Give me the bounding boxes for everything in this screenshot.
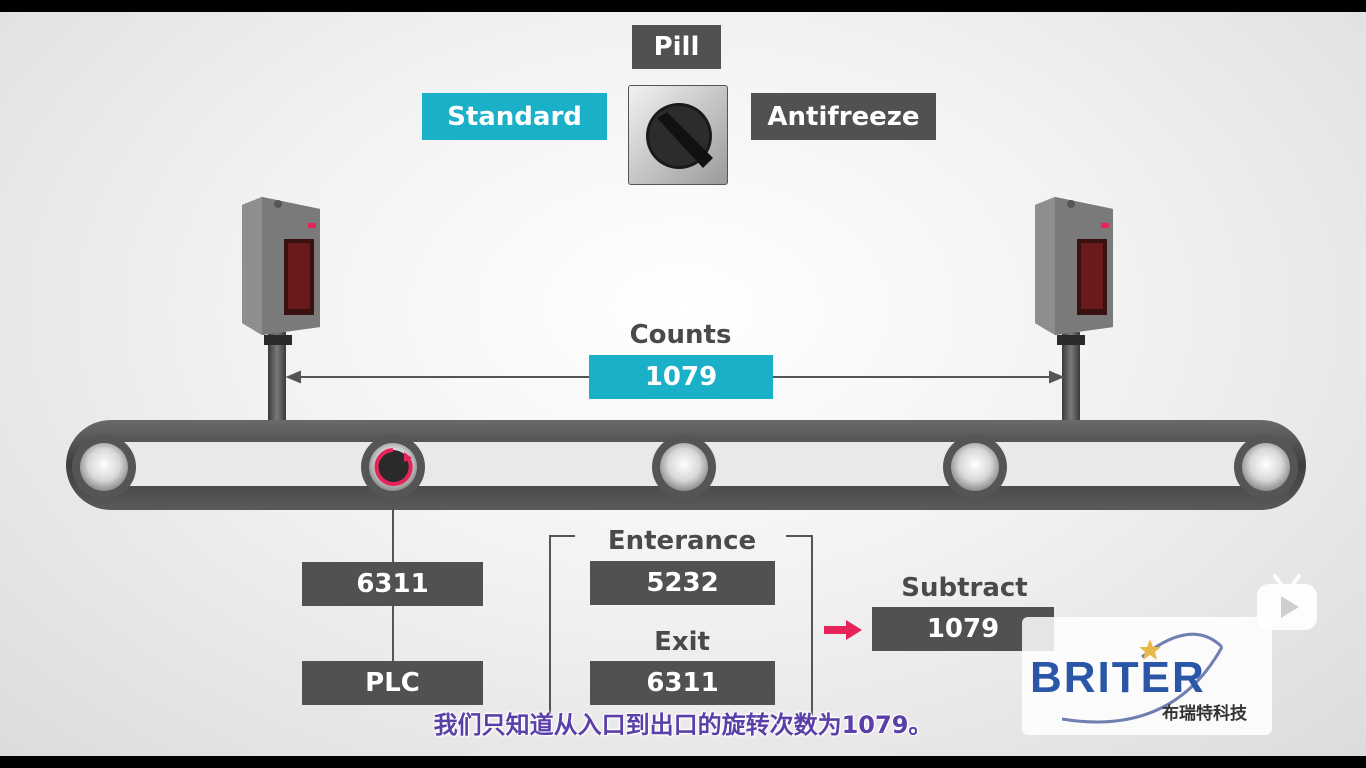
plc-box: PLC — [302, 661, 483, 705]
roller — [652, 435, 716, 499]
option-antifreeze: Antifreeze — [751, 93, 936, 140]
left-sensor-pole — [268, 332, 286, 424]
roller-tracked — [361, 435, 425, 499]
option-standard: Standard — [422, 93, 607, 140]
selector-title: Pill — [632, 25, 721, 69]
subtract-caption: Subtract — [901, 573, 1028, 603]
right-sensor-pole — [1062, 332, 1080, 424]
entrance-caption: Enterance — [607, 526, 757, 556]
right-photo-sensor — [1031, 195, 1113, 345]
left-photo-sensor — [238, 195, 320, 345]
subtract-arrow-icon — [824, 620, 862, 640]
counts-caption: Counts — [629, 320, 732, 350]
video-frame: Pill Standard Antifreeze Counts 1079 631… — [0, 12, 1366, 756]
video-subtitle: 我们只知道从入口到出口的旋转次数为1079。 — [433, 711, 933, 739]
exit-value: 6311 — [590, 661, 775, 705]
roller-rotation-count: 6311 — [302, 562, 483, 606]
play-button[interactable] — [1255, 574, 1319, 632]
roller — [1234, 435, 1298, 499]
roller — [943, 435, 1007, 499]
brand-logo: BRITER — [1030, 653, 1206, 702]
counts-value: 1079 — [589, 355, 773, 399]
exit-caption: Exit — [654, 627, 710, 657]
selector-switch — [628, 85, 728, 185]
entrance-value: 5232 — [590, 561, 775, 605]
roller — [72, 435, 136, 499]
